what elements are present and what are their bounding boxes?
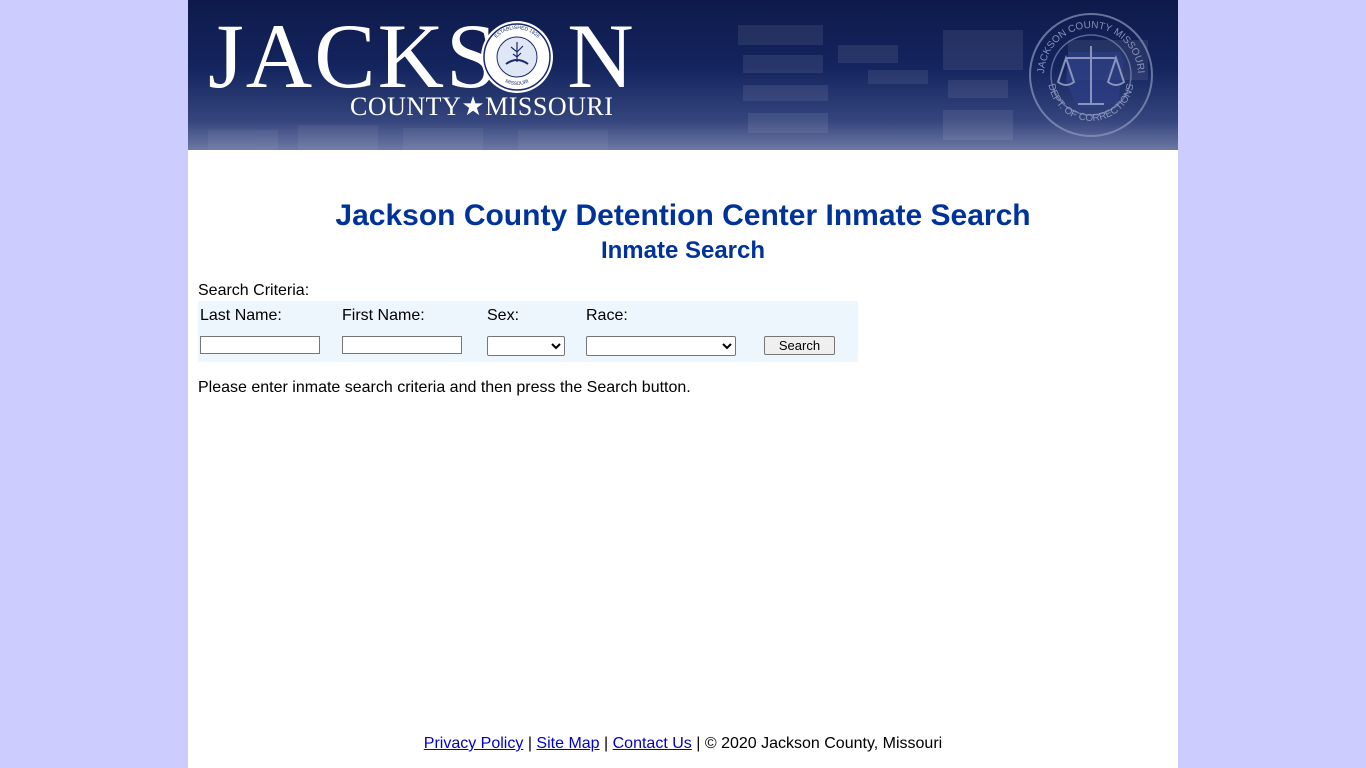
first-name-label: First Name:: [342, 307, 425, 324]
page-container: JACKS N COUNTY★MISSOURI ESTABLISHED 1826 …: [188, 0, 1178, 768]
contact-us-link[interactable]: Contact Us: [613, 735, 692, 752]
first-name-input[interactable]: [342, 336, 462, 354]
county-seal-icon: ESTABLISHED 1826 MISSOURI: [481, 21, 553, 93]
sex-label: Sex:: [487, 307, 520, 324]
footer-separator: |: [604, 735, 609, 752]
search-form: Last Name: First Name: Sex: Race: Search: [198, 301, 858, 362]
footer-separator: |: [696, 735, 701, 752]
race-select[interactable]: [586, 336, 736, 356]
jackson-county-logo: JACKS N COUNTY★MISSOURI: [208, 10, 636, 120]
footer: Privacy Policy | Site Map | Contact Us |…: [188, 735, 1178, 753]
last-name-label: Last Name:: [200, 307, 282, 324]
logo-subtitle: COUNTY★MISSOURI: [350, 92, 614, 121]
search-button[interactable]: Search: [764, 336, 835, 355]
last-name-input[interactable]: [200, 336, 320, 354]
corrections-seal-icon: JACKSON COUNTY MISSOURI DEPT. OF CORRECT…: [1029, 13, 1153, 137]
site-map-link[interactable]: Site Map: [536, 735, 599, 752]
sex-select[interactable]: [487, 336, 565, 356]
copyright-text: © 2020 Jackson County, Missouri: [704, 735, 943, 752]
search-instructions: Please enter inmate search criteria and …: [198, 379, 691, 396]
page-title: Jackson County Detention Center Inmate S…: [335, 199, 1031, 232]
footer-separator: |: [527, 735, 532, 752]
page-subtitle: Inmate Search: [600, 237, 766, 264]
race-label: Race:: [586, 307, 628, 324]
search-criteria-label: Search Criteria:: [198, 282, 310, 299]
privacy-policy-link[interactable]: Privacy Policy: [424, 735, 524, 752]
header-banner: JACKS N COUNTY★MISSOURI ESTABLISHED 1826 …: [188, 0, 1178, 150]
